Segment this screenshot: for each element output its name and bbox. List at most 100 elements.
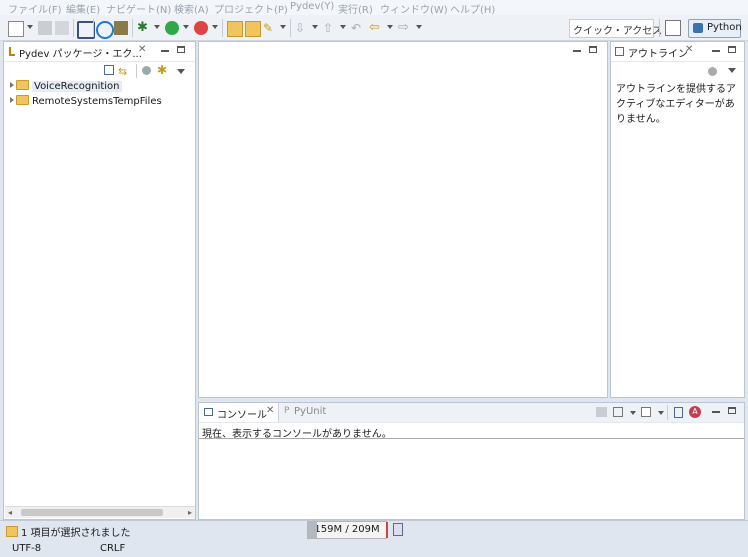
close-icon[interactable]: ✕ <box>266 405 274 416</box>
tab-pyunit-label: PyUnit <box>294 406 327 417</box>
outline-message: アウトラインを提供するアクティブなエディターがありません。 <box>616 84 736 125</box>
new-icon[interactable] <box>8 21 24 37</box>
package-explorer-header: Pydev パッケージ・エク... ✕ <box>4 42 195 62</box>
maximize-icon[interactable] <box>177 46 185 53</box>
last-edit-icon[interactable]: ↶ <box>351 21 365 35</box>
pin-console-icon[interactable] <box>674 407 683 418</box>
menu-window[interactable]: ウィンドウ(W) <box>380 1 448 16</box>
menu-run[interactable]: 実行(R) <box>338 1 373 16</box>
minimize-icon[interactable] <box>161 50 169 52</box>
pydev-console-icon[interactable]: A <box>689 406 701 418</box>
new-dropdown-icon[interactable] <box>27 25 33 29</box>
heap-status[interactable]: 159M / 209M <box>307 521 387 539</box>
display-console-icon[interactable] <box>613 407 623 417</box>
line-ending-status: CRLF <box>100 543 126 554</box>
back-icon[interactable]: ⇦ <box>369 21 383 35</box>
filters-icon[interactable] <box>142 66 151 75</box>
annotation-dropdown-icon[interactable] <box>280 25 286 29</box>
open-type-icon[interactable] <box>114 21 128 35</box>
maximize-icon[interactable] <box>728 46 736 53</box>
next-annotation-icon[interactable]: ⇩ <box>295 21 309 35</box>
external-tools-dropdown-icon[interactable] <box>212 25 218 29</box>
minimize-icon[interactable] <box>712 411 720 413</box>
python-perspective-label: Python <box>707 22 742 33</box>
scroll-left-icon[interactable]: ◂ <box>8 508 12 517</box>
minimize-icon[interactable] <box>712 50 720 52</box>
editor-area[interactable] <box>198 41 608 398</box>
tab-console[interactable]: コンソール ✕ <box>199 403 279 422</box>
menu-file[interactable]: ファイル(F) <box>8 1 62 16</box>
back-dropdown-icon[interactable] <box>387 25 393 29</box>
toolbar-separator <box>93 19 94 37</box>
next-annotation-dropdown-icon[interactable] <box>312 25 318 29</box>
tree-item-remotesystemstempfiles[interactable]: RemoteSystemsTempFiles <box>10 95 162 109</box>
forward-icon[interactable]: ⇨ <box>398 21 412 35</box>
forward-dropdown-icon[interactable] <box>416 25 422 29</box>
menu-help[interactable]: ヘルプ(H) <box>450 1 495 16</box>
view-toolbar-separator <box>136 64 137 78</box>
customize-view-icon[interactable]: ✱ <box>157 63 167 77</box>
toolbar-separator <box>290 19 291 37</box>
tree-item-voicerecognition[interactable]: VoiceRecognition <box>10 80 122 94</box>
console-panel: コンソール ✕ P PyUnit A 現在、表示するコンソールがありません。 <box>198 402 745 520</box>
close-icon[interactable]: ✕ <box>685 44 693 55</box>
close-icon[interactable]: ✕ <box>138 44 146 55</box>
menu-search[interactable]: 検索(A) <box>174 1 209 16</box>
view-menu-icon[interactable] <box>728 68 736 73</box>
outline-title[interactable]: アウトライン <box>628 45 688 60</box>
new-console-dropdown-icon[interactable] <box>658 411 664 415</box>
debug-icon[interactable]: ✱ <box>137 21 151 35</box>
package-explorer-panel: Pydev パッケージ・エク... ✕ ⇆ ✱ VoiceRecognition… <box>3 41 196 520</box>
link-editor-icon[interactable]: ⇆ <box>118 65 127 78</box>
new-console-icon[interactable] <box>641 407 651 417</box>
heap-mark <box>386 522 388 538</box>
horizontal-scrollbar[interactable]: ◂ ▸ <box>5 506 195 518</box>
annotation-icon[interactable]: ✎ <box>263 21 277 35</box>
expand-arrow-icon[interactable] <box>10 82 14 88</box>
trash-icon[interactable] <box>393 523 403 536</box>
toolbar-separator <box>132 19 133 37</box>
quick-access-input[interactable]: クイック・アクセス <box>569 19 662 38</box>
toolbar-separator <box>222 19 223 37</box>
python-perspective-button[interactable]: Python <box>688 19 742 38</box>
view-menu-icon[interactable] <box>177 69 185 74</box>
prev-annotation-dropdown-icon[interactable] <box>340 25 346 29</box>
python-icon <box>693 23 703 33</box>
selection-icon <box>6 526 18 537</box>
debug-dropdown-icon[interactable] <box>154 25 160 29</box>
clear-console-icon[interactable] <box>596 407 607 417</box>
folder-icon <box>16 95 29 105</box>
menu-edit[interactable]: 編集(E) <box>66 1 100 16</box>
save-all-icon[interactable] <box>55 21 69 35</box>
open-project-icon[interactable] <box>245 21 261 37</box>
menu-project[interactable]: プロジェクト(P) <box>214 1 288 16</box>
tab-console-label: コンソール <box>217 410 267 421</box>
package-explorer-title[interactable]: Pydev パッケージ・エク... <box>19 45 142 60</box>
save-icon[interactable] <box>38 21 52 35</box>
scroll-right-icon[interactable]: ▸ <box>188 508 192 517</box>
external-tools-icon[interactable] <box>194 21 208 35</box>
maximize-icon[interactable] <box>589 46 597 53</box>
menu-navigate[interactable]: ナビゲート(N) <box>106 1 171 16</box>
toolbar-separator <box>659 19 660 37</box>
console-divider <box>199 438 744 439</box>
scrollbar-thumb[interactable] <box>21 509 163 516</box>
run-icon[interactable] <box>165 21 179 35</box>
encoding-status: UTF-8 <box>12 543 42 554</box>
expand-arrow-icon[interactable] <box>10 97 14 103</box>
filters-icon[interactable] <box>708 67 717 76</box>
open-folder-icon[interactable] <box>227 21 243 37</box>
display-console-dropdown-icon[interactable] <box>630 411 636 415</box>
tree-item-label: VoiceRecognition <box>32 81 122 92</box>
prev-annotation-icon[interactable]: ⇧ <box>323 21 337 35</box>
tab-pyunit[interactable]: P PyUnit <box>281 403 331 422</box>
outline-header: アウトライン ✕ <box>611 42 744 62</box>
minimize-icon[interactable] <box>573 50 581 52</box>
maximize-icon[interactable] <box>728 407 736 414</box>
package-explorer-icon <box>9 47 15 56</box>
open-perspective-icon[interactable] <box>665 20 681 36</box>
collapse-all-icon[interactable] <box>104 65 114 75</box>
target-icon[interactable] <box>96 21 114 39</box>
run-dropdown-icon[interactable] <box>183 25 189 29</box>
menu-pydev[interactable]: Pydev(Y) <box>290 1 334 12</box>
